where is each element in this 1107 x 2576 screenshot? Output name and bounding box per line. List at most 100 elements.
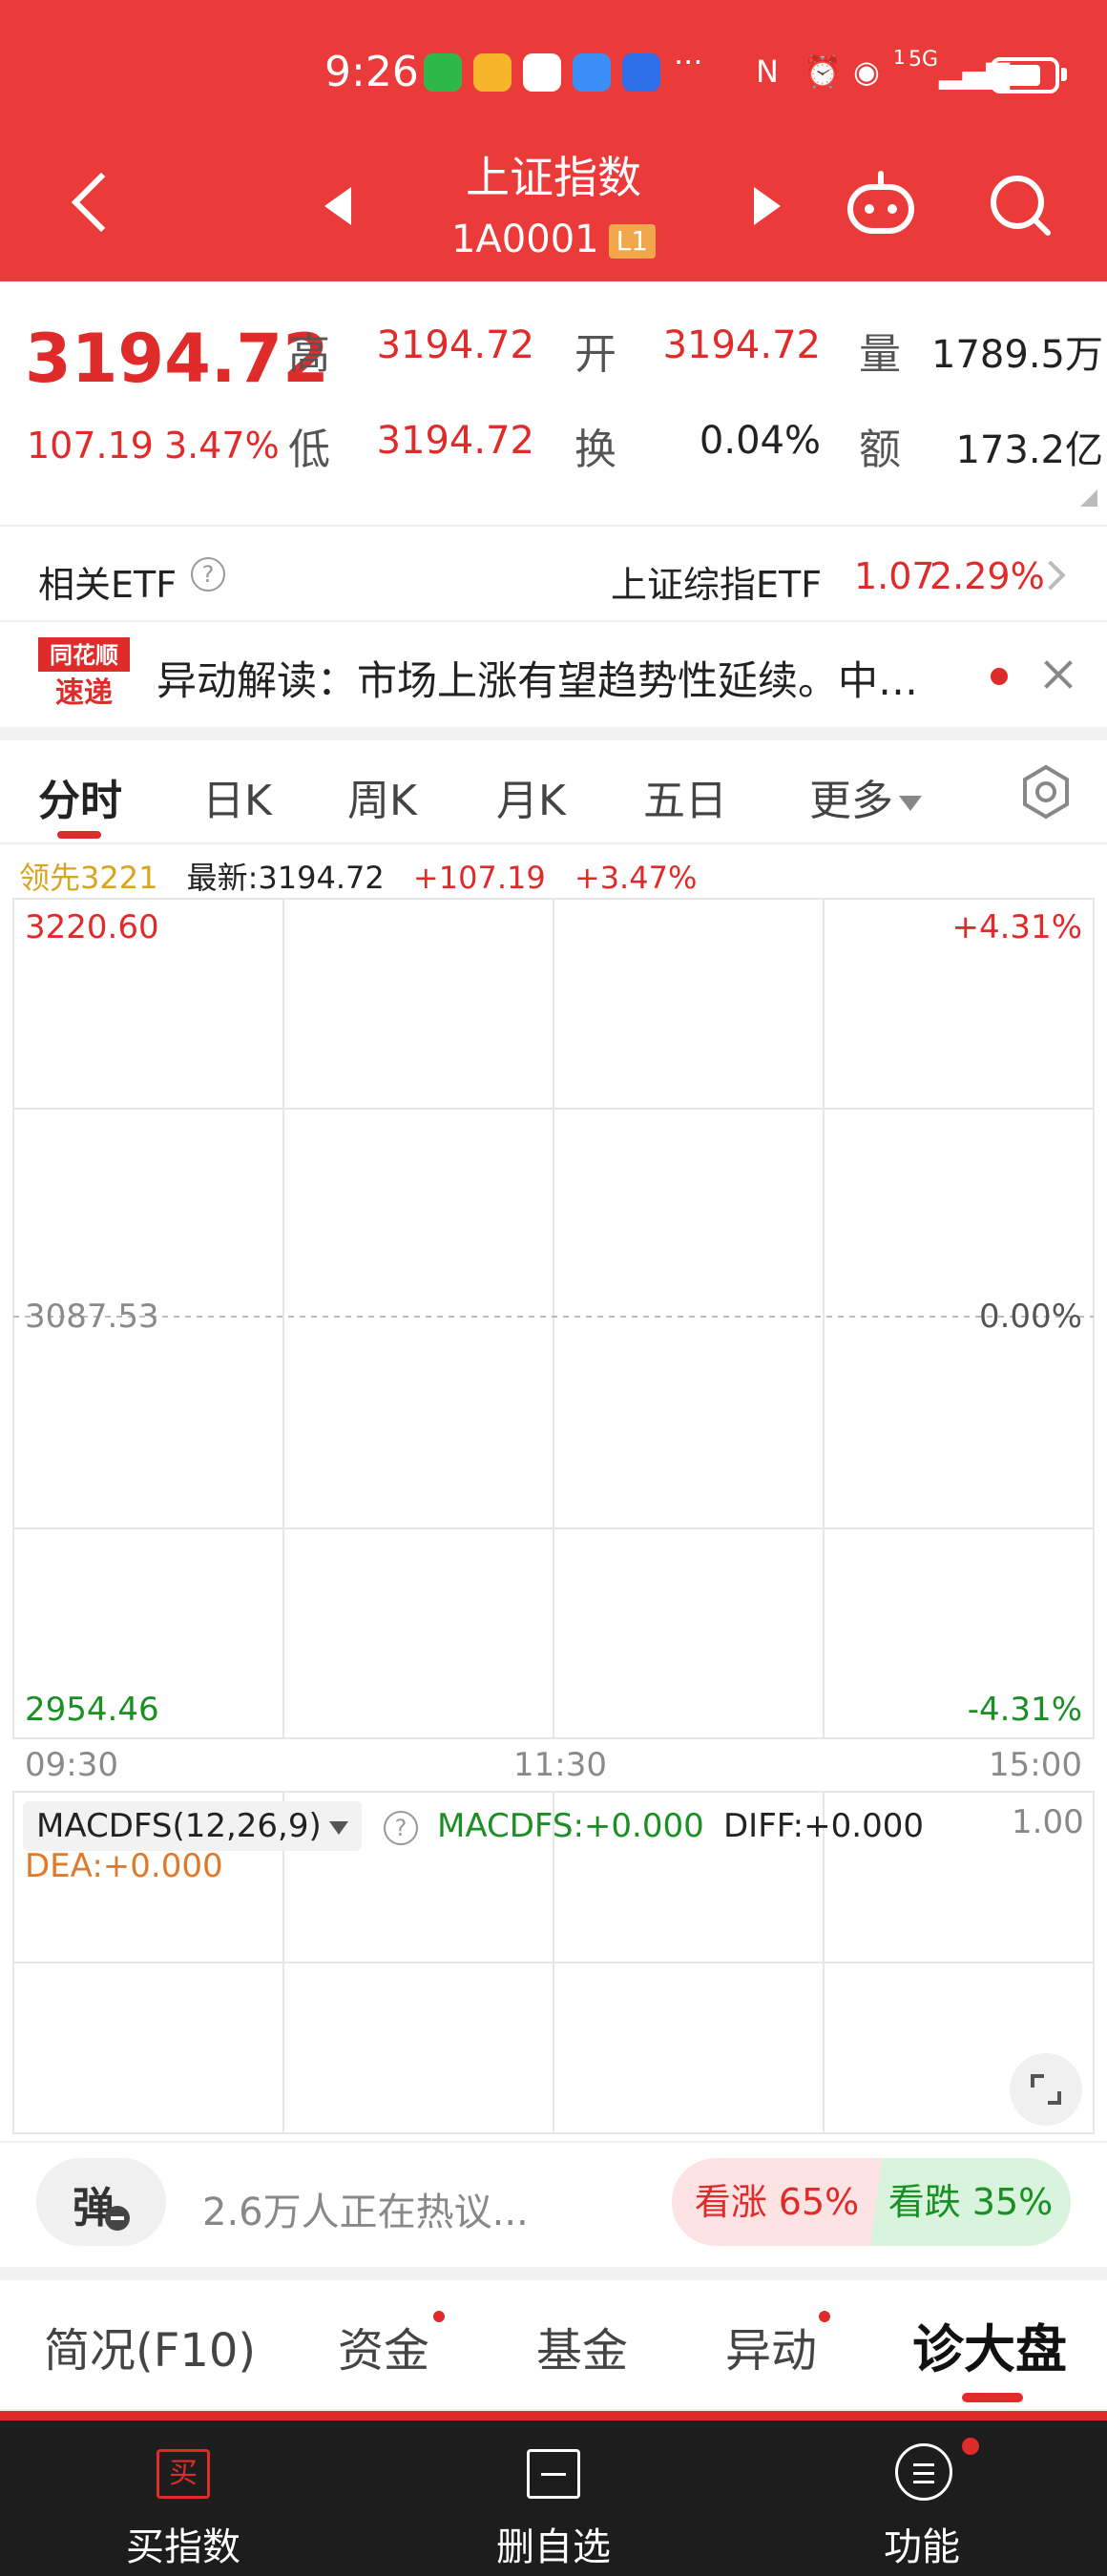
active-tab-indicator [962, 2393, 1023, 2402]
price-change: 107.19 [27, 425, 154, 467]
caret-down-icon [328, 1820, 348, 1835]
tab-funds-flow[interactable]: 资金 [338, 2313, 429, 2379]
price-change-pct: 3.47% [164, 425, 280, 467]
dea-value: DEA:+0.000 [25, 1847, 223, 1885]
y-ref-label: 3087.53 [25, 1298, 159, 1336]
nfc-icon: N [756, 53, 779, 90]
robot-assistant-icon[interactable] [845, 170, 917, 242]
tab-monthly-k[interactable]: 月K [496, 766, 566, 827]
etf-name: 上证综指ETF [611, 564, 823, 606]
low-value: 3194.72 [376, 419, 534, 463]
logo-text-bottom: 速递 [55, 676, 113, 710]
diff-value: DIFF:+0.000 [723, 1807, 924, 1845]
bearish-vote-button[interactable]: 看跌 35% [870, 2158, 1071, 2246]
x-mid-label: 11:30 [513, 1746, 607, 1784]
more-notifications-icon: ··· [674, 44, 703, 80]
tab-anomaly[interactable]: 异动 [725, 2313, 817, 2379]
qq-icon [523, 53, 561, 92]
level-badge: L1 [608, 224, 657, 259]
notification-dot [819, 2311, 830, 2322]
help-icon[interactable]: ? [191, 557, 225, 592]
macdfs-value: MACDFS:+0.000 [437, 1807, 704, 1845]
menu-icon [895, 2443, 952, 2501]
accent-strip [0, 2411, 1107, 2420]
x-start-label: 09:30 [25, 1746, 118, 1784]
sim-label: 1 [893, 46, 906, 69]
index-code-row: 1A0001 L1 [363, 218, 744, 261]
expand-corner-icon[interactable] [1080, 489, 1097, 507]
high-label: 高 [288, 330, 330, 379]
settings-icon[interactable] [1017, 763, 1075, 821]
discussion-count[interactable]: 2.6万人正在热议... [202, 2181, 529, 2236]
functions-menu-button[interactable]: 功能 [779, 2420, 1065, 2576]
tab-overview-f10[interactable]: 简况(F10) [44, 2313, 256, 2379]
notification-dot [433, 2311, 445, 2322]
remove-watchlist-button[interactable]: 删自选 [410, 2420, 697, 2576]
next-index-button[interactable] [754, 187, 781, 225]
ths-express-logo: 同花顺 速递 [38, 637, 130, 710]
related-etf-row[interactable]: 相关ETF ? 上证综指ETF 1.07 2.29% [0, 525, 1107, 620]
danmu-toggle-button[interactable]: 弹 [36, 2158, 166, 2246]
tab-weekly-k[interactable]: 周K [347, 766, 417, 827]
logo-text-top: 同花顺 [50, 642, 118, 669]
quote-panel[interactable]: 3194.72 107.19 3.47% 高 3194.72 开 3194.72… [0, 281, 1107, 520]
battery-tip [1061, 68, 1067, 81]
search-icon[interactable] [987, 172, 1054, 239]
buy-index-label: 买指数 [126, 2525, 240, 2569]
wechat-icon [424, 53, 462, 92]
section-divider [0, 727, 1107, 740]
back-button[interactable] [67, 172, 115, 239]
fullscreen-icon[interactable] [1010, 2053, 1082, 2126]
analysis-tabs: 简况(F10) 资金 基金 异动 诊大盘 [0, 2282, 1107, 2411]
prev-index-button[interactable] [324, 187, 351, 225]
tab-market-diagnosis[interactable]: 诊大盘 [912, 2307, 1067, 2382]
macd-scale-label: 1.00 [1012, 1803, 1084, 1841]
alarm-icon: ⏰ [804, 53, 842, 90]
functions-label: 功能 [884, 2525, 960, 2569]
news-row[interactable]: 同花顺 速递 异动解读：市场上涨有望趋势性延续。中… [0, 620, 1107, 725]
notification-dot [962, 2438, 979, 2455]
etf-label: 相关ETF [38, 564, 178, 606]
status-time: 9:26 [324, 48, 419, 96]
battery-icon [991, 57, 1059, 93]
remove-watchlist-icon [527, 2449, 580, 2499]
bullish-vote-button[interactable]: 看涨 65% [672, 2158, 882, 2246]
caret-down-icon [899, 796, 922, 811]
x-end-label: 15:00 [989, 1746, 1082, 1784]
help-icon[interactable]: ? [384, 1811, 418, 1845]
status-bar: 9:26 ··· N ⏰ ◉ 1 5G ▂▄▆ [0, 38, 1107, 114]
y-max-pct-label: +4.31% [951, 908, 1083, 946]
tab-five-day[interactable]: 五日 [643, 766, 727, 827]
bottom-action-bar: 买 买指数 删自选 功能 [0, 2420, 1107, 2576]
indicator-selector[interactable]: MACDFS(12,26,9) [23, 1801, 362, 1851]
last-price: 3194.72 [25, 320, 329, 398]
amount-label: 额 [859, 426, 901, 474]
etf-price: 1.07 [854, 555, 935, 597]
active-tab-indicator [57, 831, 101, 839]
tab-more[interactable]: 更多 [809, 766, 922, 827]
y-min-pct-label: -4.31% [967, 1691, 1082, 1729]
tab-fund[interactable]: 基金 [536, 2313, 628, 2379]
intraday-chart[interactable] [0, 887, 1107, 2147]
section-divider [0, 2267, 1107, 2280]
y-ref-pct-label: 0.00% [978, 1298, 1082, 1336]
app-notification-icon [622, 53, 660, 92]
y-min-label: 2954.46 [25, 1691, 159, 1729]
buy-index-button[interactable]: 买 买指数 [40, 2420, 326, 2576]
turnover-label: 换 [574, 426, 616, 474]
open-value: 3194.72 [662, 323, 821, 367]
hotspot-icon: ◉ [853, 53, 880, 90]
unread-dot [991, 668, 1008, 685]
buy-icon: 买 [157, 2449, 210, 2499]
tab-daily-k[interactable]: 日K [202, 766, 272, 827]
close-icon[interactable] [1040, 656, 1076, 693]
tab-intraday[interactable]: 分时 [38, 766, 122, 827]
page-title: 上证指数 [466, 152, 641, 203]
section-divider [0, 2141, 1107, 2143]
chart-period-tabs: 分时 日K 周K 月K 五日 更多 [0, 739, 1107, 844]
y-max-label: 3220.60 [25, 908, 159, 946]
amount-value: 173.2亿 [955, 428, 1103, 472]
news-headline: 异动解读：市场上涨有望趋势性延续。中… [157, 657, 919, 704]
weibo-icon [473, 53, 512, 92]
etf-pct: 2.29% [929, 555, 1045, 597]
